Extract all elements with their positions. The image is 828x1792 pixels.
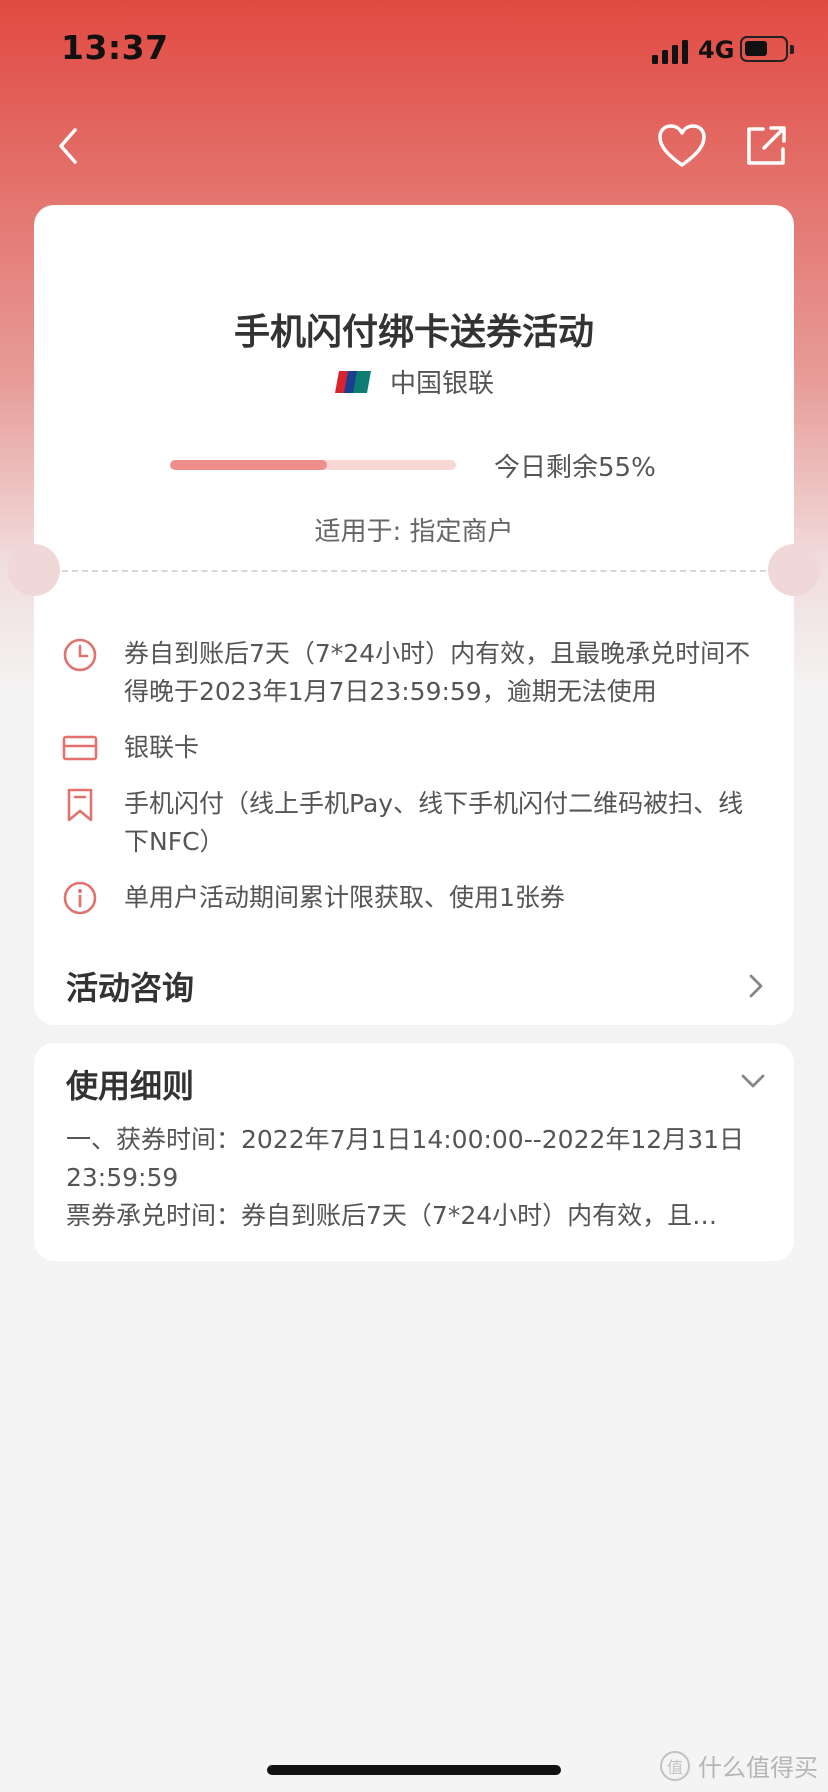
back-button[interactable] — [38, 116, 98, 176]
activity-consult-row[interactable]: 活动咨询 — [34, 945, 794, 1025]
favorite-button[interactable] — [652, 116, 712, 176]
rules-line: 23:59:59 — [66, 1163, 179, 1192]
watermark-logo-icon: 值 — [660, 1750, 690, 1781]
rules-card: 使用细则 一、获券时间：2022年7月1日14:00:00--2022年12月3… — [34, 1043, 794, 1261]
chevron-right-icon — [749, 974, 763, 998]
home-indicator[interactable] — [267, 1765, 561, 1775]
consult-label: 活动咨询 — [66, 969, 195, 1007]
share-icon — [747, 126, 786, 165]
rules-body: 一、获券时间：2022年7月1日14:00:00--2022年12月31日 23… — [66, 1121, 766, 1235]
info-icon — [63, 881, 97, 915]
info-text: 银联卡 — [124, 733, 200, 762]
status-time: 13:37 — [61, 28, 169, 67]
rules-line: 票券承兑时间：券自到账后7天（7*24小时）内有效，且… — [66, 1201, 718, 1230]
dashed-divider — [62, 570, 766, 572]
watermark: 值 什么值得买 — [660, 1748, 818, 1783]
ticket-notch-left — [8, 544, 60, 596]
ticket-notch-right — [768, 544, 820, 596]
chevron-down-icon[interactable] — [740, 1073, 766, 1089]
bookmark-icon — [67, 788, 93, 822]
share-button[interactable] — [736, 116, 796, 176]
unionpay-logo — [334, 370, 371, 393]
status-bar: 13:37 4G — [0, 0, 828, 100]
progress-track — [170, 460, 456, 470]
network-type: 4G — [698, 36, 735, 64]
issuer-row: 中国银联 — [34, 363, 794, 400]
clock-icon — [63, 638, 97, 672]
info-text: 单用户活动期间累计限获取、使用1张券 — [124, 883, 565, 912]
heart-icon — [658, 124, 706, 167]
cellular-signal-icon — [652, 38, 688, 64]
info-text: 券自到账后7天（7*24小时）内有效，且最晚承兑时间不得晚于2023年1月7日2… — [124, 639, 751, 706]
chevron-left-icon — [59, 128, 77, 164]
rules-title: 使用细则 — [66, 1067, 195, 1105]
applies-to: 适用于: 指定商户 — [314, 517, 514, 547]
rules-line: 一、获券时间：2022年7月1日14:00:00--2022年12月31日 — [66, 1125, 745, 1154]
info-text: 手机闪付（线上手机Pay、线下手机闪付二维码被扫、线下NFC） — [124, 789, 744, 856]
quota-progress: 今日剩余55% — [34, 445, 794, 485]
battery-icon — [740, 36, 794, 62]
remaining-text: 今日剩余55% — [494, 453, 656, 483]
watermark-text: 什么值得买 — [698, 1754, 818, 1782]
activity-card: 手机闪付绑卡送券活动 中国银联 今日剩余55% 适用于: 指定商户 券自到账后7… — [8, 205, 820, 1025]
issuer-name: 中国银联 — [389, 369, 494, 399]
activity-title: 手机闪付绑卡送券活动 — [233, 312, 594, 353]
card-icon — [62, 735, 98, 761]
progress-fill — [170, 460, 328, 470]
